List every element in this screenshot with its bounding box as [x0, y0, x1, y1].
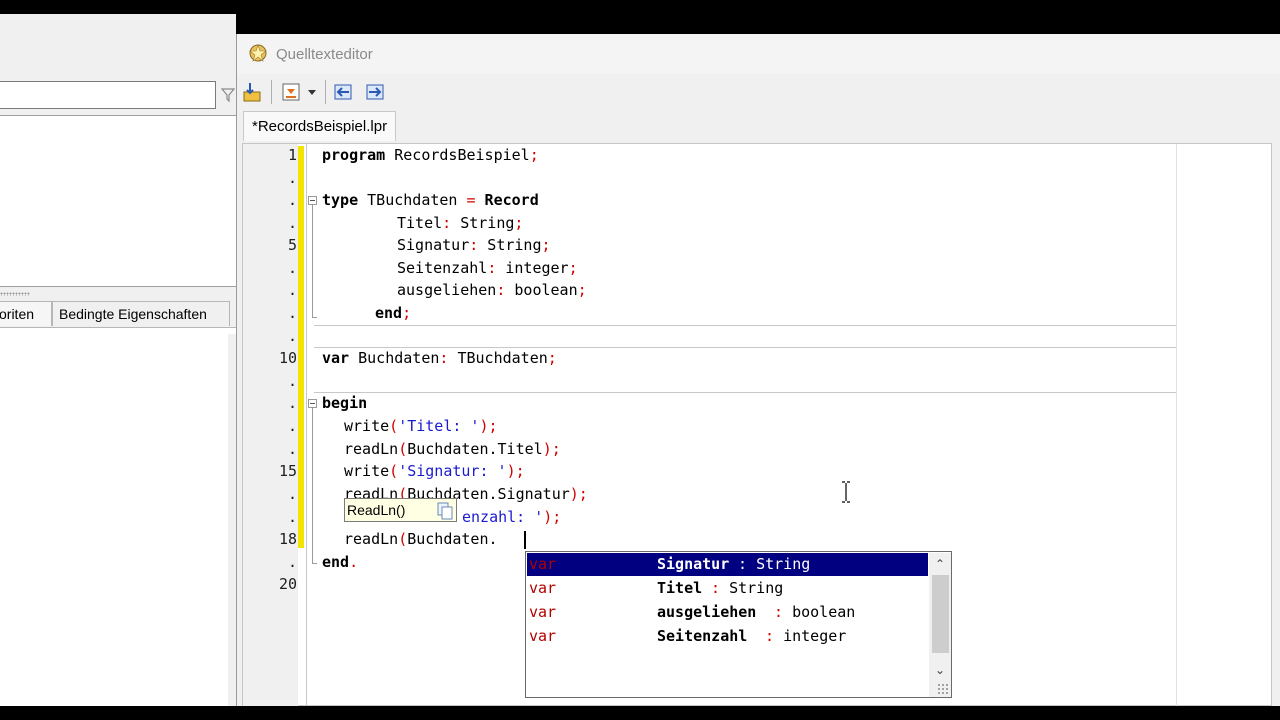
line-number: 15: [278, 462, 297, 480]
parameter-hint: ReadLn(): [344, 498, 457, 522]
text-caret: [524, 531, 526, 549]
fold-guide: [312, 408, 313, 563]
code-line: readLn(Buchdaten.: [344, 530, 498, 548]
line-number: 20: [278, 575, 297, 593]
modified-lines-marker: [298, 146, 304, 548]
filter-icon[interactable]: [220, 87, 236, 103]
section-separator: [314, 325, 1176, 326]
splitter-grip[interactable]: [0, 292, 30, 296]
lazarus-icon: [247, 42, 269, 64]
code-line: write('Titel: ');: [344, 417, 498, 435]
line-number: .: [287, 281, 297, 299]
resize-grip-icon[interactable]: [937, 683, 949, 695]
gutter-divider: [306, 144, 307, 706]
line-number: 5: [287, 236, 297, 254]
jump-back-icon[interactable]: [331, 80, 355, 104]
component-tree: [0, 115, 236, 287]
line-number: 10: [278, 349, 297, 367]
code-line: Seitenzahl: integer;: [397, 259, 578, 277]
filter-input[interactable]: [0, 81, 216, 109]
line-number: .: [287, 169, 297, 187]
line-number: .: [287, 394, 297, 412]
tab-recordsbeispiel[interactable]: *RecordsBeispiel.lpr: [243, 111, 397, 141]
fold-guide: [312, 317, 317, 318]
toolbar-separator: [271, 80, 272, 104]
code-line: end.: [322, 553, 359, 571]
code-completion-popup: var Signatur : String var Titel : String…: [525, 551, 952, 698]
completion-item[interactable]: var Titel : String: [527, 577, 928, 600]
completion-item[interactable]: var ausgeliehen : boolean: [527, 601, 928, 624]
line-number: .: [287, 485, 297, 503]
chevron-up-icon[interactable]: ⌃: [929, 555, 951, 573]
code-line: begin: [322, 394, 368, 412]
chevron-down-icon[interactable]: ⌄: [929, 661, 951, 679]
code-line: write('Signatur: ');: [344, 462, 525, 480]
properties-scrollbar[interactable]: [228, 334, 236, 706]
code-line: Signatur: String;: [397, 236, 551, 254]
chevron-down-icon[interactable]: [305, 80, 319, 104]
completion-item[interactable]: var Seitenzahl : integer: [527, 625, 928, 648]
tab-favoriten[interactable]: oriten: [0, 301, 52, 326]
line-number: 1: [287, 146, 297, 164]
fold-guide: [312, 205, 313, 317]
right-margin-line: [1176, 144, 1177, 706]
line-number: .: [287, 417, 297, 435]
section-separator: [314, 347, 1176, 348]
editor-toolbar: [237, 74, 1280, 110]
line-number: 18: [278, 530, 297, 548]
line-number: .: [287, 508, 297, 526]
jump-forward-icon[interactable]: [363, 80, 387, 104]
line-number: .: [287, 440, 297, 458]
code-line: end;: [375, 304, 412, 322]
properties-grid: [0, 327, 236, 707]
toolbar-separator: [325, 80, 326, 104]
line-number: .: [287, 259, 297, 277]
screen-top-border: [0, 0, 1280, 14]
tab-bedingte-eigenschaften[interactable]: Bedingte Eigenschaften: [52, 301, 230, 326]
completion-item[interactable]: var Signatur : String: [527, 553, 928, 576]
code-line: ausgeliehen: boolean;: [397, 281, 587, 299]
editor-titlebar[interactable]: Quelltexteditor: [237, 34, 1280, 74]
bookmark-icon[interactable]: [279, 80, 303, 104]
line-number: .: [287, 553, 297, 571]
line-number: .: [287, 304, 297, 322]
copy-icon[interactable]: [437, 502, 453, 520]
code-line: Titel: String;: [397, 214, 524, 232]
jump-icon[interactable]: [241, 80, 265, 104]
inspector-tabs: oriten Bedingte Eigenschaften: [0, 301, 236, 327]
line-number: .: [287, 214, 297, 232]
code-line: readLn(Buchdaten.Titel);: [344, 440, 561, 458]
fold-toggle-icon[interactable]: [308, 196, 317, 205]
line-number: .: [287, 191, 297, 209]
code-line: enzahl: ');: [462, 508, 562, 526]
editor-vertical-scrollbar[interactable]: [1273, 74, 1280, 706]
fold-guide: [312, 563, 317, 564]
code-line: program RecordsBeispiel;: [322, 146, 539, 164]
scrollbar-thumb[interactable]: [932, 575, 949, 653]
screen-bottom-border: [0, 706, 1280, 720]
left-panel: oriten Bedingte Eigenschaften: [0, 14, 236, 707]
hint-text: ReadLn(): [347, 502, 406, 518]
line-number: .: [287, 372, 297, 390]
code-line: type TBuchdaten = Record: [322, 191, 539, 209]
ibeam-cursor-icon: [841, 481, 851, 503]
window-title: Quelltexteditor: [276, 46, 373, 63]
completion-scrollbar[interactable]: ⌃ ⌄: [929, 553, 951, 697]
section-separator: [314, 392, 1176, 393]
code-line: var Buchdaten: TBuchdaten;: [322, 349, 557, 367]
line-number: .: [287, 327, 297, 345]
fold-toggle-icon[interactable]: [308, 399, 317, 408]
